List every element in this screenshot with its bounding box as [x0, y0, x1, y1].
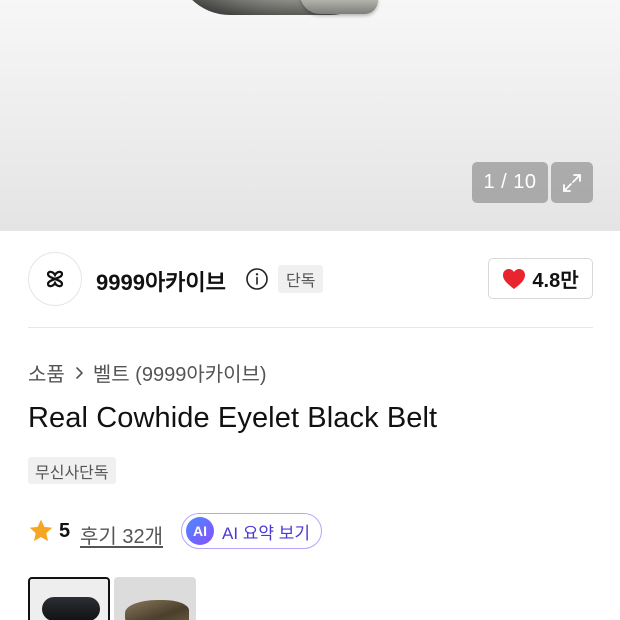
expand-icon — [563, 173, 581, 192]
info-icon[interactable] — [245, 267, 269, 291]
star-icon — [29, 519, 53, 542]
ai-summary-label: AI 요약 보기 — [222, 523, 311, 543]
brand-row: 9999아카이브 단독 4.8만 — [28, 252, 593, 306]
thumbnail-1[interactable] — [28, 577, 110, 620]
thumbnail-image — [125, 600, 189, 620]
brand-logo-icon — [46, 270, 64, 288]
review-count-link[interactable]: 후기 32개 — [80, 520, 163, 549]
expand-button[interactable] — [551, 162, 593, 203]
divider — [28, 327, 593, 328]
ai-summary-button[interactable]: AI AI 요약 보기 — [181, 513, 322, 549]
product-image-gallery[interactable]: 1 / 10 — [0, 0, 620, 231]
thumbnail-image — [42, 597, 100, 620]
exclusive-tag: 무신사단독 — [28, 457, 116, 484]
belt-buckle-image — [300, 0, 378, 14]
breadcrumb: 소품 벨트 (9999아카이브) — [28, 358, 267, 387]
chevron-right-icon — [76, 366, 83, 379]
brand-name[interactable]: 9999아카이브 — [96, 265, 226, 297]
like-count: 4.8만 — [532, 270, 579, 292]
exclusive-badge: 단독 — [278, 265, 324, 293]
thumbnail-2[interactable] — [114, 577, 196, 620]
ai-icon: AI — [186, 517, 214, 545]
product-title: Real Cowhide Eyelet Black Belt — [28, 402, 438, 434]
brand-logo[interactable] — [28, 252, 82, 306]
breadcrumb-subcategory[interactable]: 벨트 (9999아카이브) — [93, 358, 267, 387]
rating-score: 5 — [59, 520, 71, 542]
rating-row: 5 후기 32개 AI AI 요약 보기 — [28, 513, 348, 549]
like-button[interactable]: 4.8만 — [488, 258, 593, 299]
heart-icon — [503, 268, 526, 289]
breadcrumb-category[interactable]: 소품 — [28, 358, 65, 387]
image-counter: 1 / 10 — [472, 162, 548, 203]
